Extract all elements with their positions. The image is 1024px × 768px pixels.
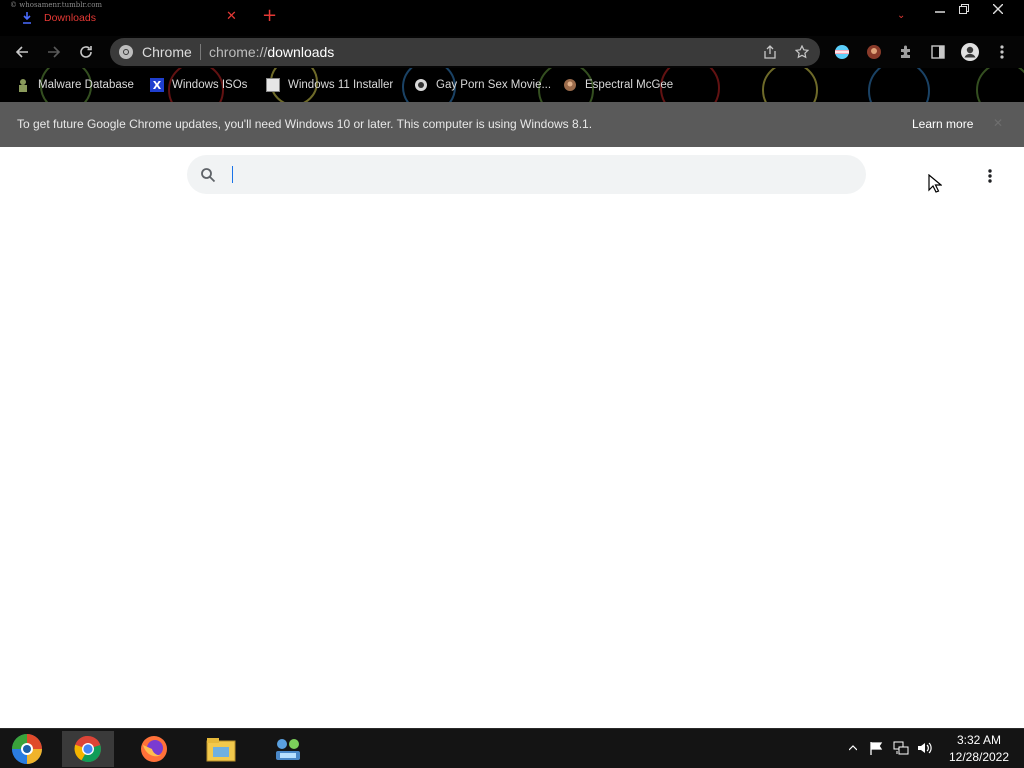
side-panel-button[interactable] bbox=[926, 40, 950, 64]
account-icon bbox=[961, 43, 979, 61]
new-tab-plus-icon[interactable]: + bbox=[262, 6, 277, 26]
profile-flag-icon bbox=[835, 45, 849, 59]
bookmark-star-button[interactable] bbox=[792, 42, 812, 62]
bookmark-windows-isos[interactable]: X Windows ISOs bbox=[150, 75, 247, 95]
chrome-menu-button[interactable] bbox=[990, 40, 1014, 64]
theme-decoration bbox=[762, 68, 818, 102]
taskbar-file-explorer[interactable] bbox=[195, 731, 247, 767]
bookmark-windows-11-installer[interactable]: Windows 11 Installer bbox=[266, 75, 393, 95]
page-favicon-icon bbox=[266, 78, 280, 92]
start-button[interactable] bbox=[6, 732, 48, 766]
reload-icon bbox=[80, 46, 92, 58]
more-vert-icon bbox=[988, 169, 992, 183]
bookmark-label: Gay Porn Sex Movie... bbox=[436, 79, 552, 91]
star-icon bbox=[795, 45, 809, 59]
chevron-up-icon bbox=[849, 745, 857, 751]
omnibox-divider bbox=[200, 44, 201, 60]
extension-avatar-button[interactable] bbox=[862, 40, 886, 64]
site-favicon-icon bbox=[414, 78, 428, 92]
side-panel-icon bbox=[931, 45, 945, 59]
volume-icon bbox=[918, 742, 932, 754]
bookmark-favicon-icon bbox=[16, 78, 30, 92]
minimize-icon bbox=[935, 11, 945, 13]
arrow-right-icon bbox=[48, 46, 61, 58]
extension-avatar-icon bbox=[867, 45, 881, 59]
update-info-bar: To get future Google Chrome updates, you… bbox=[0, 102, 1024, 147]
taskbar-clock[interactable]: 3:32 AM 12/28/2022 bbox=[940, 732, 1018, 766]
profile-flag-button[interactable] bbox=[830, 40, 854, 64]
downloads-search-bar[interactable] bbox=[187, 155, 866, 194]
more-actions-button[interactable] bbox=[978, 164, 1002, 188]
restore-button[interactable] bbox=[949, 0, 979, 18]
x-favicon-icon: X bbox=[150, 78, 164, 92]
clock-time: 3:32 AM bbox=[956, 733, 1002, 747]
account-button[interactable] bbox=[958, 40, 982, 64]
theme-decoration bbox=[868, 68, 930, 102]
folder-icon bbox=[206, 738, 236, 762]
bookmark-malware-database[interactable]: Malware Database bbox=[16, 75, 134, 95]
url-prefix: chrome:// bbox=[209, 44, 268, 60]
restore-icon bbox=[959, 4, 969, 14]
downloads-page bbox=[0, 147, 1024, 728]
forward-button[interactable] bbox=[42, 40, 66, 64]
search-input[interactable] bbox=[231, 162, 851, 188]
puzzle-icon bbox=[901, 45, 910, 58]
title-bar: © whosamenr.tumblr.com Downloads ✕ + ⌄ bbox=[0, 0, 1024, 36]
kebab-menu-icon bbox=[1000, 45, 1004, 59]
chrome-icon bbox=[74, 735, 101, 763]
tab-title: Downloads bbox=[44, 12, 96, 24]
bookmark-site-4[interactable]: Gay Porn Sex Movie... bbox=[414, 75, 551, 95]
bookmark-label: Malware Database bbox=[38, 79, 134, 91]
bookmark-label: Windows 11 Installer bbox=[288, 79, 394, 91]
flag-icon bbox=[870, 742, 883, 755]
share-button[interactable] bbox=[760, 42, 780, 62]
tab-downloads[interactable]: Downloads ✕ bbox=[0, 6, 245, 30]
firefox-icon bbox=[141, 736, 167, 762]
site-chip-label: Chrome bbox=[142, 44, 192, 60]
address-bar[interactable]: Chrome chrome://downloads bbox=[110, 38, 820, 66]
theme-decoration bbox=[976, 68, 1024, 102]
mouse-cursor-icon bbox=[928, 174, 942, 193]
extensions-button[interactable] bbox=[894, 40, 918, 64]
reload-button[interactable] bbox=[74, 40, 98, 64]
download-icon bbox=[22, 12, 32, 24]
action-center-flag[interactable] bbox=[868, 740, 884, 756]
url-text: chrome://downloads bbox=[209, 44, 334, 60]
network-icon bbox=[893, 741, 909, 755]
text-caret bbox=[232, 166, 233, 183]
share-icon bbox=[764, 45, 776, 59]
volume-control[interactable] bbox=[917, 740, 933, 756]
bookmark-espectral-mcgee[interactable]: Espectral McGee bbox=[563, 75, 673, 95]
browser-toolbar: Chrome chrome://downloads bbox=[0, 36, 1024, 68]
close-icon bbox=[993, 4, 1003, 14]
show-hidden-icons-button[interactable] bbox=[845, 740, 861, 756]
info-bar-message: To get future Google Chrome updates, you… bbox=[17, 117, 593, 131]
bookmark-label: Espectral McGee bbox=[585, 79, 674, 91]
tab-close-icon[interactable]: ✕ bbox=[226, 10, 237, 24]
clock-date: 12/28/2022 bbox=[948, 750, 1010, 764]
network-app-icon bbox=[276, 739, 300, 760]
site-favicon-icon bbox=[563, 78, 577, 92]
bookmarks-bar: Malware Database X Windows ISOs Windows … bbox=[0, 68, 1024, 102]
network-status[interactable] bbox=[893, 740, 909, 756]
taskbar-network-app[interactable] bbox=[262, 731, 314, 767]
info-bar-close-icon[interactable]: ✕ bbox=[993, 116, 1003, 130]
search-icon bbox=[201, 168, 216, 183]
chrome-icon bbox=[119, 45, 133, 59]
learn-more-link[interactable]: Learn more bbox=[912, 117, 973, 131]
windows-taskbar: 3:32 AM 12/28/2022 bbox=[0, 728, 1024, 768]
arrow-left-icon bbox=[15, 46, 28, 58]
bookmark-label: Windows ISOs bbox=[172, 79, 248, 91]
tab-search-chevron-icon[interactable]: ⌄ bbox=[897, 10, 905, 21]
url-host: downloads bbox=[267, 44, 335, 60]
taskbar-chrome[interactable] bbox=[62, 731, 114, 767]
back-button[interactable] bbox=[10, 40, 34, 64]
taskbar-firefox[interactable] bbox=[128, 731, 180, 767]
close-window-button[interactable] bbox=[983, 0, 1013, 18]
start-orb-icon bbox=[12, 734, 42, 764]
